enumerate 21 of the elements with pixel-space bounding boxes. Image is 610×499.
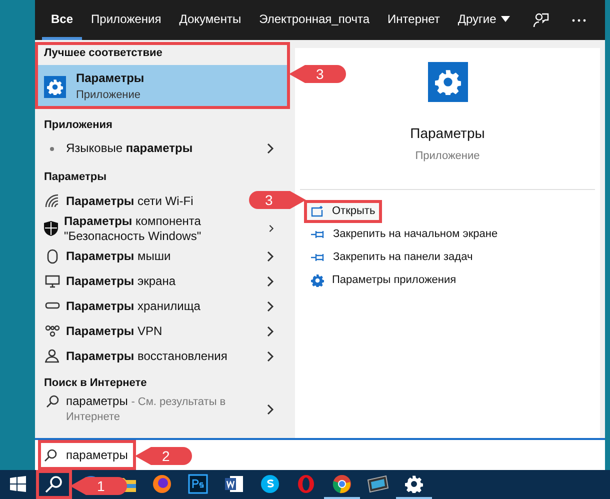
result-label: Параметры компонента "Безопасность Windows"	[64, 214, 202, 244]
preview-title: Параметры	[410, 124, 485, 143]
result-label: Параметры хранилища	[66, 298, 200, 314]
step-callout-tooltip: 1	[70, 474, 130, 498]
web-search-label: параметры - См. результаты в Интернете	[66, 394, 227, 424]
result-label: Параметры сети Wi-Fi	[66, 194, 194, 208]
section-header: Поиск в Интернете	[43, 376, 148, 390]
step-callout-tooltip: 2	[135, 444, 195, 468]
section-header: Лучшее соответствие	[43, 46, 164, 61]
app-type: Приложение	[76, 88, 142, 102]
app-title: Параметры	[76, 70, 144, 86]
result-label: Языковые параметры	[66, 141, 193, 156]
step-callout-tooltip: 3	[246, 188, 306, 212]
result-label: Параметры VPN	[66, 324, 162, 338]
step-callout-tooltip: 3	[289, 62, 349, 86]
result-label: Параметры экрана	[66, 274, 176, 288]
result-label: Параметры восстановления	[66, 348, 228, 364]
preview-subtitle: Приложение	[415, 149, 480, 164]
section-header: Приложения	[43, 118, 114, 132]
section-header: Параметры	[43, 170, 108, 185]
result-label: Параметры мыши	[66, 248, 171, 264]
